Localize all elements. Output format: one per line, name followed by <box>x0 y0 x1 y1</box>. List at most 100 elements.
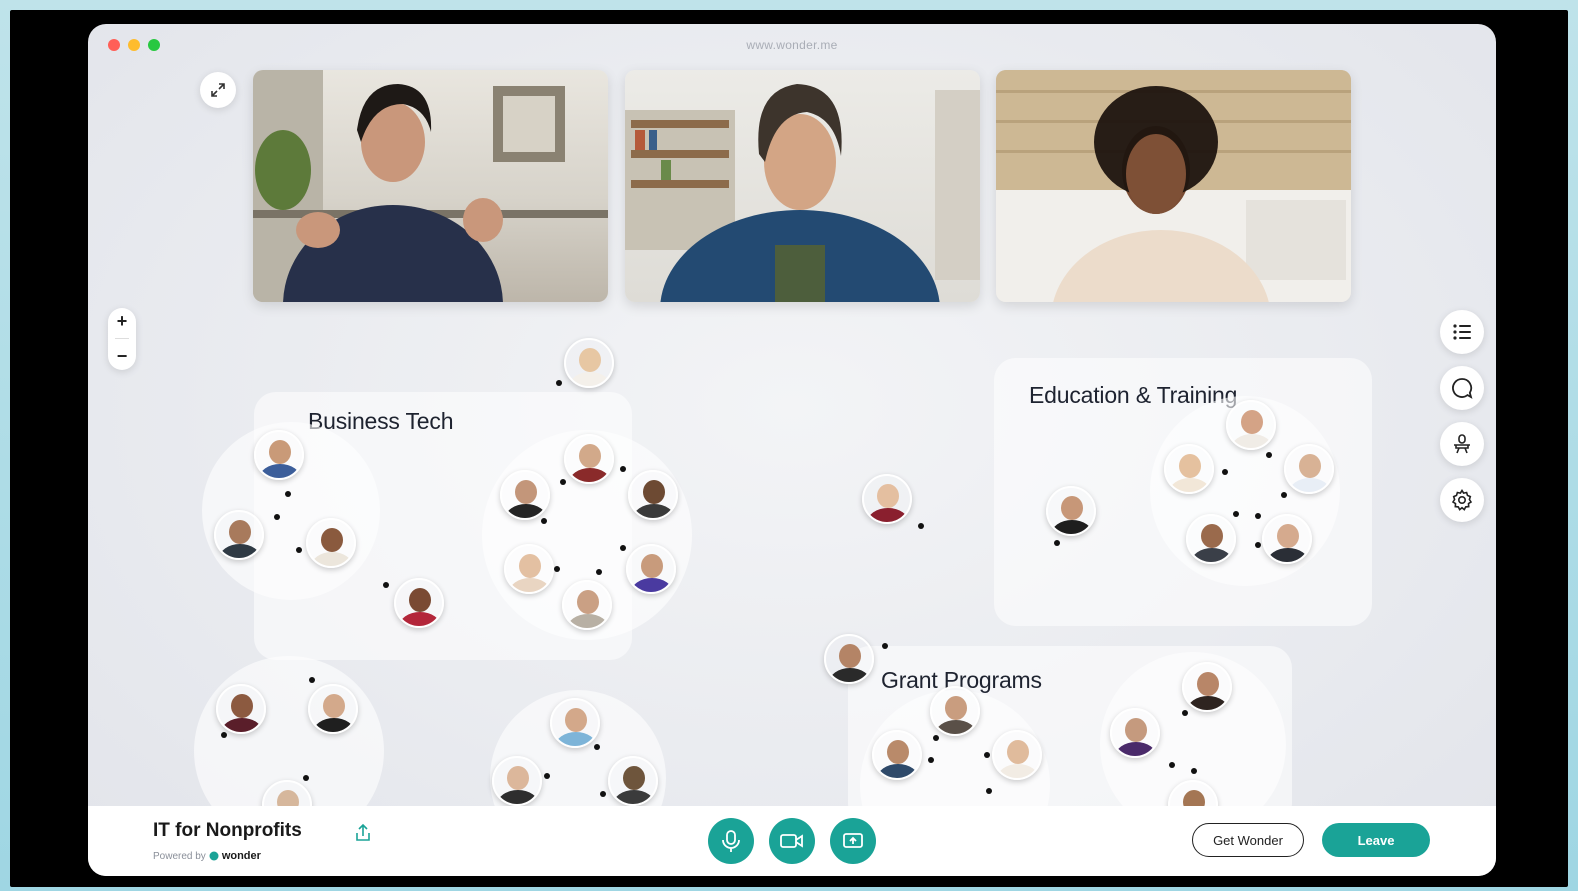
participant-avatar[interactable] <box>562 580 612 630</box>
space-name: IT for Nonprofits <box>153 820 302 841</box>
share-button[interactable] <box>350 820 376 846</box>
participant-pointer <box>309 677 315 683</box>
participant-avatar[interactable] <box>992 730 1042 780</box>
participant-avatar[interactable] <box>1262 514 1312 564</box>
participant-pointer <box>383 582 389 588</box>
chat-button[interactable] <box>1440 366 1484 410</box>
broadcast-button[interactable] <box>1440 422 1484 466</box>
participant-pointer <box>1255 513 1261 519</box>
list-button[interactable] <box>1440 310 1484 354</box>
expand-icon <box>211 83 225 97</box>
participant-pointer <box>285 491 291 497</box>
participant-avatar[interactable] <box>1046 486 1096 536</box>
participant-pointer <box>1182 710 1188 716</box>
microphone-button[interactable] <box>708 818 754 864</box>
participant-avatar[interactable] <box>824 634 874 684</box>
participant-avatar[interactable] <box>1110 708 1160 758</box>
zoom-in-button[interactable]: + <box>117 311 128 332</box>
participant-pointer <box>554 566 560 572</box>
zoom-control: + − <box>108 308 136 370</box>
microphone-icon <box>722 830 740 852</box>
camera-button[interactable] <box>769 818 815 864</box>
participant-pointer <box>594 744 600 750</box>
participant-pointer <box>1255 542 1261 548</box>
broadcast-icon <box>1454 434 1470 454</box>
zoom-divider <box>115 338 129 340</box>
participant-avatar[interactable] <box>564 338 614 388</box>
participant-avatar[interactable] <box>626 544 676 594</box>
expand-button[interactable] <box>200 72 236 108</box>
participant-avatar[interactable] <box>500 470 550 520</box>
participant-pointer <box>918 523 924 529</box>
participant-avatar[interactable] <box>862 474 912 524</box>
participant-pointer <box>933 735 939 741</box>
participant-pointer <box>928 757 934 763</box>
participant-avatar[interactable] <box>492 756 542 806</box>
participant-pointer <box>984 752 990 758</box>
participant-pointer <box>1054 540 1060 546</box>
video-tile-3[interactable] <box>996 70 1351 302</box>
share-icon <box>356 823 370 841</box>
participant-avatar[interactable] <box>214 510 264 560</box>
powered-by: Powered by wonder <box>153 850 261 862</box>
participant-avatar[interactable] <box>1182 662 1232 712</box>
participant-avatar[interactable] <box>216 684 266 734</box>
camera-icon <box>780 834 803 848</box>
participant-avatar[interactable] <box>254 430 304 480</box>
zoom-out-button[interactable]: − <box>117 346 128 367</box>
app-window: www.wonder.me + − Business Tech Educatio… <box>88 24 1496 876</box>
participant-pointer <box>296 547 302 553</box>
participant-pointer <box>1266 452 1272 458</box>
participant-avatar[interactable] <box>308 684 358 734</box>
participant-avatar[interactable] <box>504 544 554 594</box>
participant-avatar[interactable] <box>628 470 678 520</box>
screen-share-icon <box>843 833 863 848</box>
participant-avatar[interactable] <box>1164 444 1214 494</box>
participant-avatar[interactable] <box>1226 400 1276 450</box>
wonder-logo-icon <box>209 851 219 861</box>
chat-icon <box>1452 378 1473 399</box>
participant-avatar[interactable] <box>394 578 444 628</box>
settings-icon <box>1451 488 1473 511</box>
participant-avatar[interactable] <box>564 434 614 484</box>
participant-pointer <box>541 518 547 524</box>
screen-share-button[interactable] <box>830 818 876 864</box>
participant-pointer <box>986 788 992 794</box>
participant-pointer <box>600 791 606 797</box>
participant-pointer <box>556 380 562 386</box>
video-tile-2[interactable] <box>625 70 980 302</box>
participant-avatar[interactable] <box>550 698 600 748</box>
powered-by-label: Powered by <box>153 850 206 862</box>
participant-pointer <box>560 479 566 485</box>
get-wonder-button[interactable]: Get Wonder <box>1192 823 1304 857</box>
list-icon <box>1453 324 1471 340</box>
participant-pointer <box>303 775 309 781</box>
video-tile-1[interactable] <box>253 70 608 302</box>
participant-pointer <box>1281 492 1287 498</box>
participant-pointer <box>882 643 888 649</box>
participant-pointer <box>620 545 626 551</box>
participant-pointer <box>596 569 602 575</box>
participant-pointer <box>1191 768 1197 774</box>
participant-pointer <box>274 514 280 520</box>
leave-button[interactable]: Leave <box>1322 823 1430 857</box>
participant-video-2 <box>625 84 980 302</box>
participant-avatar[interactable] <box>872 730 922 780</box>
participant-pointer <box>1169 762 1175 768</box>
participant-avatar[interactable] <box>1284 444 1334 494</box>
participant-pointer <box>1222 469 1228 475</box>
participant-avatar[interactable] <box>1186 514 1236 564</box>
url-text: www.wonder.me <box>746 38 838 52</box>
participant-pointer <box>544 773 550 779</box>
participant-pointer <box>620 466 626 472</box>
wonder-brand: wonder <box>221 850 261 862</box>
participant-avatar[interactable] <box>306 518 356 568</box>
participant-video-1 <box>253 70 608 302</box>
participant-avatar[interactable] <box>930 686 980 736</box>
participant-avatar[interactable] <box>608 756 658 806</box>
participant-pointer <box>1233 511 1239 517</box>
participant-video-3 <box>996 70 1351 302</box>
bottom-bar: IT for Nonprofits Powered by wonder Get … <box>88 806 1496 876</box>
settings-button[interactable] <box>1440 478 1484 522</box>
participant-pointer <box>221 732 227 738</box>
